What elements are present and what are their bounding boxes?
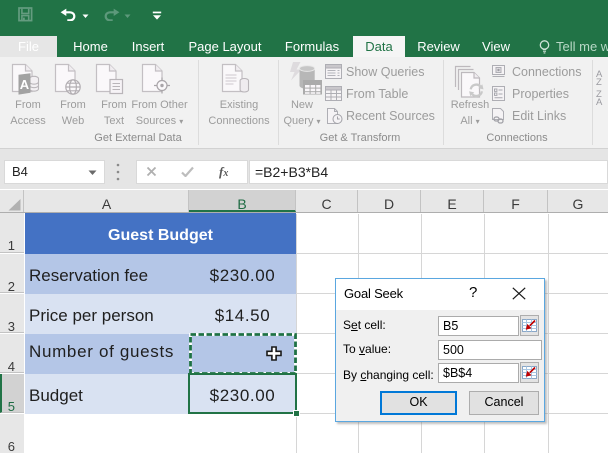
svg-text:A: A xyxy=(20,77,30,92)
